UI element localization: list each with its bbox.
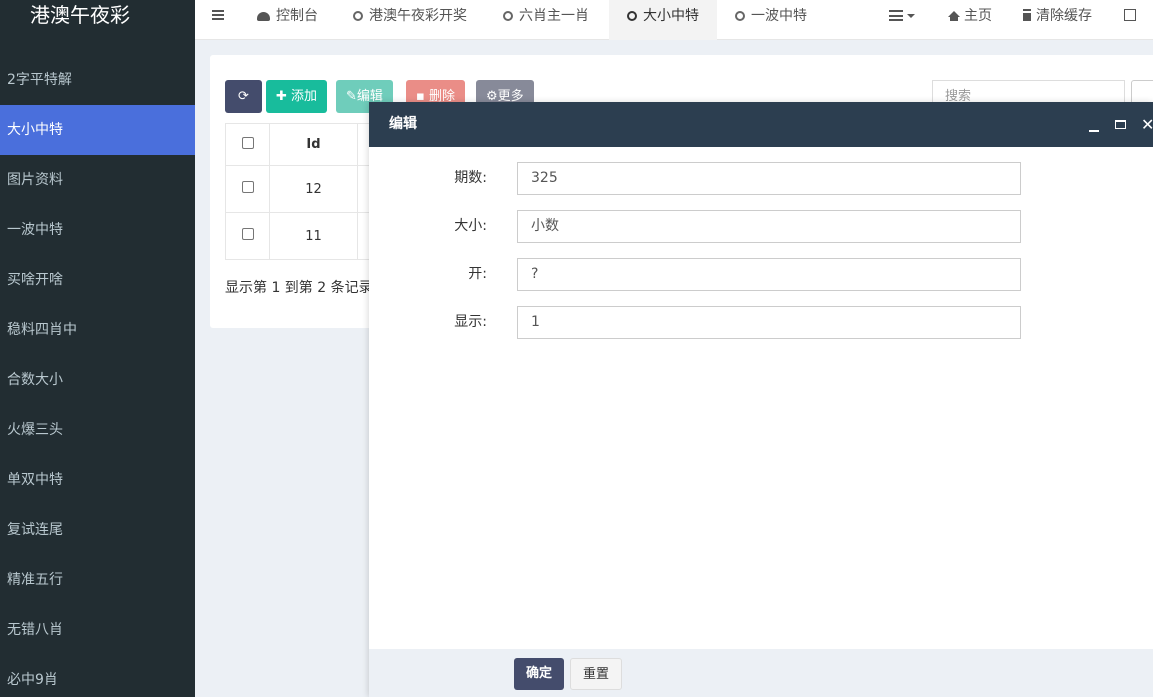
tab-list-dropdown[interactable] (889, 0, 915, 32)
refresh-button[interactable]: ⟳ (225, 80, 262, 113)
maximize-icon (1115, 120, 1126, 129)
header-id[interactable]: Id (269, 123, 358, 166)
confirm-button[interactable]: 确定 (514, 658, 565, 690)
circle-icon (627, 11, 637, 21)
close-button[interactable]: ✕ (1141, 102, 1153, 147)
field-label: 显示: (454, 314, 487, 330)
sidebar-menu: 2字平特解 大小中特 图片资料 一波中特 买啥开啥 稳料四肖中 合数大小 火爆三… (0, 55, 195, 697)
sidebar: 港澳午夜彩 2字平特解 大小中特 图片资料 一波中特 买啥开啥 稳料四肖中 合数… (0, 0, 195, 697)
list-icon (889, 10, 903, 21)
plus-icon: ✚ (276, 89, 287, 104)
tab-wave-special[interactable]: 一波中特 (735, 0, 807, 32)
home-link[interactable]: 主页 (948, 0, 992, 32)
field-label: 期数: (454, 170, 487, 186)
form-row-display: 显示: 1 (369, 306, 1153, 339)
clear-cache-button[interactable]: 清除缓存 (1023, 0, 1092, 32)
sidebar-item[interactable]: 稳料四肖中 (0, 305, 195, 355)
edit-dialog: 编辑 ✕ 期数: 325 大小: 小数 开: ? 显示: 1 确定 重置 (369, 102, 1153, 697)
size-input[interactable]: 小数 (517, 210, 1021, 243)
language-icon (1124, 9, 1136, 21)
sidebar-item[interactable]: 无错八肖 (0, 605, 195, 655)
field-label: 大小: (454, 218, 487, 234)
circle-icon (503, 11, 513, 21)
dashboard-icon (257, 12, 270, 21)
dialog-header: 编辑 ✕ (369, 102, 1153, 147)
menu-icon (212, 10, 224, 20)
form-row-size: 大小: 小数 (369, 210, 1153, 243)
sidebar-item[interactable]: 必中9肖 (0, 655, 195, 697)
select-all-checkbox[interactable] (241, 136, 254, 149)
refresh-icon: ⟳ (238, 89, 249, 104)
home-label: 主页 (964, 8, 992, 24)
tab-label: 大小中特 (643, 8, 699, 24)
form-row-open: 开: ? (369, 258, 1153, 291)
tab-six-zodiac[interactable]: 六肖主一肖 (503, 0, 589, 32)
maximize-button[interactable] (1115, 102, 1126, 147)
cell-id: 12 (269, 165, 358, 213)
row-select-cell (225, 212, 270, 260)
row-checkbox[interactable] (241, 181, 254, 193)
sidebar-item[interactable]: 火爆三头 (0, 405, 195, 455)
tab-lottery-draw[interactable]: 港澳午夜彩开奖 (353, 0, 467, 32)
tab-size-special[interactable]: 大小中特 (609, 0, 717, 40)
add-label: 添加 (291, 89, 318, 104)
add-button[interactable]: ✚ 添加 (266, 80, 328, 113)
pencil-icon: ✎ (346, 89, 357, 104)
select-all-cell (225, 123, 270, 166)
minimize-icon (1089, 130, 1099, 132)
minimize-button[interactable] (1089, 102, 1099, 147)
tab-label: 一波中特 (751, 8, 807, 24)
dialog-footer: 确定 重置 (369, 649, 1153, 697)
tab-label: 港澳午夜彩开奖 (369, 8, 467, 24)
tab-label: 六肖主一肖 (519, 8, 589, 24)
chevron-down-icon (907, 14, 915, 18)
clear-cache-label: 清除缓存 (1036, 8, 1092, 24)
sidebar-item[interactable]: 一波中特 (0, 205, 195, 255)
display-input[interactable]: 1 (517, 306, 1021, 339)
circle-icon (353, 11, 363, 21)
form-row-period: 期数: 325 (369, 162, 1153, 195)
sidebar-item-active[interactable]: 大小中特 (0, 105, 195, 155)
row-checkbox[interactable] (241, 228, 254, 240)
trash-icon (1023, 11, 1031, 21)
period-input[interactable]: 325 (517, 162, 1021, 195)
reset-button[interactable]: 重置 (570, 658, 623, 690)
sidebar-item[interactable]: 单双中特 (0, 455, 195, 505)
pagination-info: 显示第 1 到第 2 条记录 (225, 280, 373, 296)
top-navbar: 控制台 港澳午夜彩开奖 六肖主一肖 大小中特 一波中特 主页 清除缓存 (195, 0, 1153, 40)
sidebar-toggle-button[interactable] (212, 0, 224, 32)
sidebar-item[interactable]: 合数大小 (0, 355, 195, 405)
dialog-title: 编辑 (389, 116, 417, 132)
sidebar-item[interactable]: 精准五行 (0, 555, 195, 605)
field-label: 开: (468, 266, 487, 282)
sidebar-item[interactable]: 买啥开啥 (0, 255, 195, 305)
tab-dashboard[interactable]: 控制台 (257, 0, 318, 32)
sidebar-item[interactable]: 复试连尾 (0, 505, 195, 555)
sidebar-item[interactable]: 图片资料 (0, 155, 195, 205)
app-logo[interactable]: 港澳午夜彩 (0, 0, 195, 40)
language-button[interactable] (1124, 0, 1136, 32)
open-input[interactable]: ? (517, 258, 1021, 291)
cell-id: 11 (269, 212, 358, 260)
home-icon (948, 11, 960, 21)
tab-label: 控制台 (276, 8, 318, 24)
row-select-cell (225, 165, 270, 213)
sidebar-item[interactable]: 2字平特解 (0, 55, 195, 105)
close-icon: ✕ (1141, 115, 1153, 134)
circle-icon (735, 11, 745, 21)
